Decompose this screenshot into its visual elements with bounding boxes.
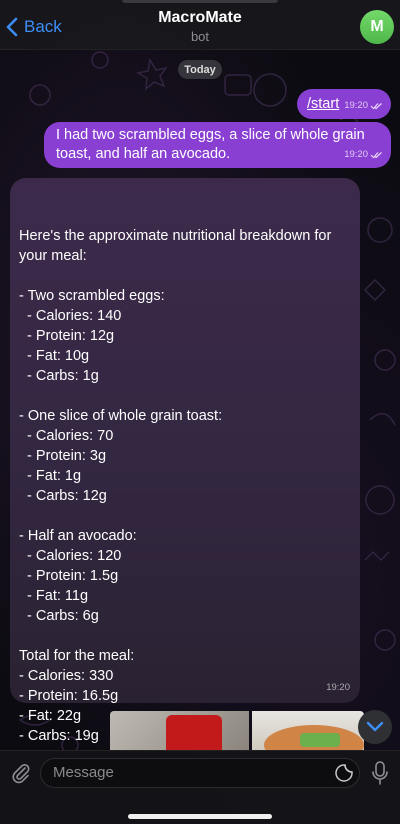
home-indicator <box>128 814 272 819</box>
incoming-message[interactable]: Here's the approximate nutritional break… <box>10 178 360 744</box>
double-check-icon <box>370 151 382 158</box>
command-link[interactable]: /start <box>307 96 339 112</box>
message-time: 19:20 <box>326 682 350 693</box>
back-button[interactable]: Back <box>6 14 62 40</box>
message-meta: 19:20 <box>344 145 383 164</box>
message-time: 19:20 <box>344 149 368 160</box>
sticker-button[interactable] <box>334 763 354 783</box>
outgoing-message[interactable]: I had two scrambled eggs, a slice of who… <box>44 122 391 168</box>
paperclip-icon <box>12 764 30 784</box>
composer-bar: Message <box>0 750 400 824</box>
double-check-icon <box>370 102 382 109</box>
chat-title-area[interactable]: MacroMate bot <box>100 9 300 44</box>
chevron-down-icon <box>366 721 384 732</box>
microphone-icon <box>372 761 388 785</box>
photo-thumbnail-detail <box>300 733 340 747</box>
chat-title: MacroMate <box>158 9 242 26</box>
message-input[interactable]: Message <box>40 758 360 788</box>
message-placeholder: Message <box>53 764 114 781</box>
message-meta: 19:20 <box>344 96 383 115</box>
date-divider: Today <box>178 60 222 79</box>
photo-message-preview[interactable] <box>110 711 364 751</box>
status-notch <box>122 0 278 3</box>
avatar[interactable]: M <box>360 10 394 44</box>
back-chevron-icon <box>6 17 18 37</box>
outgoing-message[interactable]: /start 19:20 <box>297 89 391 119</box>
message-time: 19:20 <box>344 100 368 111</box>
message-text: I had two scrambled eggs, a slice of who… <box>56 127 365 162</box>
photo-thumbnail-detail <box>166 715 222 751</box>
chat-header: Back MacroMate bot M <box>0 0 400 50</box>
back-label: Back <box>24 17 62 36</box>
chat-subtitle: bot <box>190 29 210 44</box>
message-text: Here's the approximate nutritional break… <box>19 228 332 744</box>
scroll-to-bottom-button[interactable] <box>358 710 392 744</box>
microphone-button[interactable] <box>368 760 392 786</box>
attach-button[interactable] <box>8 760 34 786</box>
sticker-icon <box>335 764 353 782</box>
avatar-letter: M <box>370 18 384 35</box>
